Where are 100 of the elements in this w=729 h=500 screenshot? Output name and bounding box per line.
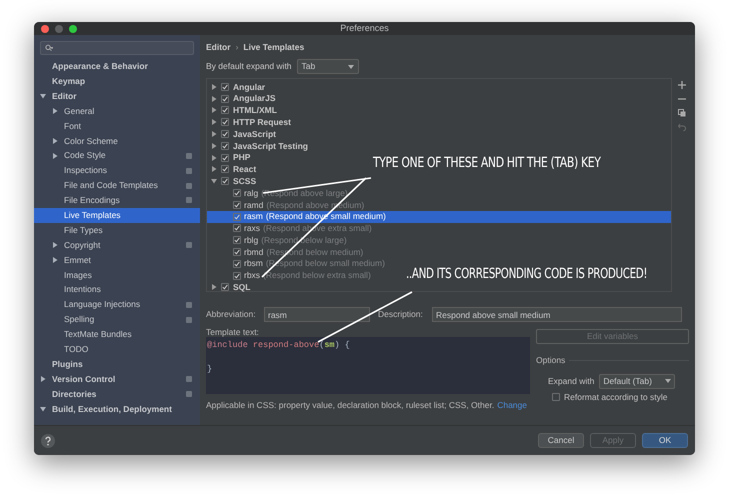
group-name[interactable]: JavaScript [233, 128, 276, 140]
sidebar-item[interactable]: File and Code Templates [34, 178, 200, 194]
sidebar-item[interactable]: File Encodings [34, 193, 200, 208]
group-name[interactable]: SCSS [233, 174, 256, 188]
sidebar-item[interactable]: Keymap [34, 74, 200, 89]
breadcrumb-item[interactable]: Editor [206, 40, 231, 54]
sidebar-item[interactable]: General [34, 104, 200, 119]
collapsed-arrow-icon[interactable] [52, 138, 58, 144]
expand-label: By default expand with [206, 60, 292, 73]
group-name[interactable]: Angular [233, 80, 266, 94]
template-row[interactable]: rblg (Respond below large) [207, 234, 349, 246]
collapsed-arrow-icon[interactable] [52, 257, 58, 264]
group-name[interactable]: HTTP Request [233, 116, 291, 129]
close-icon[interactable] [41, 24, 49, 32]
checkbox[interactable] [233, 200, 241, 209]
expanded-arrow-icon[interactable] [40, 93, 46, 100]
abbreviation-field[interactable]: rasm [264, 307, 370, 322]
sidebar-item[interactable]: Copyright [34, 238, 200, 253]
collapsed-arrow-icon[interactable] [211, 107, 217, 114]
sidebar-item[interactable]: Inspections [34, 163, 200, 178]
description-label: Description: [378, 308, 424, 321]
shared-icon [186, 376, 192, 382]
sidebar-item[interactable]: Language Injections [34, 297, 200, 312]
template-editor[interactable]: @include respond-above(sm) { } [206, 337, 530, 394]
group-name[interactable]: SQL [233, 281, 250, 294]
sidebar-item[interactable]: TODO [34, 342, 200, 357]
sidebar-item[interactable]: Color Scheme [34, 133, 200, 148]
sidebar-item[interactable]: Font [34, 118, 200, 134]
shared-icon [186, 182, 192, 189]
group-name[interactable]: PHP [233, 151, 250, 164]
collapsed-arrow-icon[interactable] [211, 96, 217, 102]
checkbox[interactable] [221, 130, 229, 138]
collapsed-arrow-icon[interactable] [211, 166, 217, 172]
checkbox[interactable] [221, 142, 229, 150]
checkbox[interactable] [233, 224, 241, 232]
help-icon[interactable] [41, 434, 55, 448]
template-row[interactable]: rbxs (Respond below extra small) [207, 270, 373, 282]
sidebar-item[interactable]: Intentions [34, 282, 200, 298]
checkbox[interactable] [221, 94, 229, 103]
checkbox[interactable] [221, 177, 229, 186]
sidebar-item[interactable]: Editor [34, 88, 200, 104]
expanded-arrow-icon[interactable] [40, 406, 46, 412]
breadcrumb-item[interactable]: Live Templates [243, 40, 304, 54]
dialog-button[interactable]: Cancel [538, 433, 584, 448]
group-name[interactable]: JavaScript Testing [233, 140, 308, 152]
shared-icon [186, 152, 192, 159]
checkbox[interactable] [221, 82, 229, 91]
collapsed-arrow-icon[interactable] [211, 119, 217, 126]
sidebar-item[interactable]: Live Templates [34, 208, 200, 223]
copy-icon[interactable] [678, 109, 686, 117]
collapsed-arrow-icon[interactable] [40, 376, 46, 382]
sidebar-item[interactable]: File Types [34, 222, 200, 238]
sidebar-item[interactable]: Build, Execution, Deployment [34, 401, 200, 416]
expand-with-dropdown[interactable]: Default (Tab) [599, 374, 676, 389]
dialog-button[interactable]: OK [642, 433, 688, 448]
description-field[interactable]: Respond above small medium [432, 307, 682, 322]
checkbox[interactable] [233, 189, 241, 198]
collapsed-arrow-icon[interactable] [211, 154, 217, 161]
group-name[interactable]: AngularJS [233, 92, 276, 106]
sidebar-item[interactable]: Images [34, 267, 200, 282]
window-title: Preferences [340, 22, 389, 35]
checkbox[interactable] [221, 154, 229, 162]
maximize-icon[interactable] [69, 24, 77, 32]
collapsed-arrow-icon[interactable] [52, 242, 58, 248]
collapsed-arrow-icon[interactable] [211, 284, 217, 290]
reformat-label: Reformat according to style [564, 390, 668, 404]
search-icon [45, 44, 54, 52]
checkbox[interactable] [221, 165, 229, 174]
sidebar-item[interactable]: Emmet [34, 252, 200, 268]
sidebar-item[interactable]: Plugins [34, 356, 200, 372]
change-link[interactable]: Change [497, 399, 527, 412]
caret-icon [665, 379, 672, 384]
checkbox[interactable] [233, 272, 241, 280]
search-field[interactable] [40, 41, 194, 55]
checkbox[interactable] [221, 283, 229, 292]
group-name[interactable]: React [233, 163, 256, 176]
checkbox[interactable] [233, 248, 241, 256]
sidebar-item[interactable]: Code Style [34, 148, 200, 164]
expand-dropdown[interactable]: Tab [296, 59, 359, 74]
collapsed-arrow-icon[interactable] [211, 142, 217, 149]
collapsed-arrow-icon[interactable] [211, 131, 217, 138]
shared-icon [186, 302, 192, 308]
reformat-checkbox[interactable] [552, 393, 560, 402]
checkbox[interactable] [233, 212, 241, 221]
add-icon[interactable] [678, 81, 686, 89]
checkbox[interactable] [233, 260, 241, 268]
checkbox[interactable] [221, 106, 229, 114]
sidebar-item[interactable]: Spelling [34, 312, 200, 328]
sidebar-item[interactable]: Appearance & Behavior [34, 59, 200, 74]
checkbox[interactable] [221, 118, 229, 126]
sidebar-item[interactable]: Version Control [34, 372, 200, 387]
group-name[interactable]: HTML/XML [233, 104, 277, 117]
expand-with-label: Expand with [548, 374, 594, 388]
collapsed-arrow-icon[interactable] [52, 108, 58, 114]
collapsed-arrow-icon[interactable] [211, 84, 217, 90]
collapsed-arrow-icon[interactable] [52, 152, 58, 159]
sidebar-item[interactable]: TextMate Bundles [34, 327, 200, 342]
expanded-arrow-icon[interactable] [211, 178, 217, 184]
sidebar-item[interactable]: Directories [34, 386, 200, 402]
checkbox[interactable] [233, 236, 241, 244]
